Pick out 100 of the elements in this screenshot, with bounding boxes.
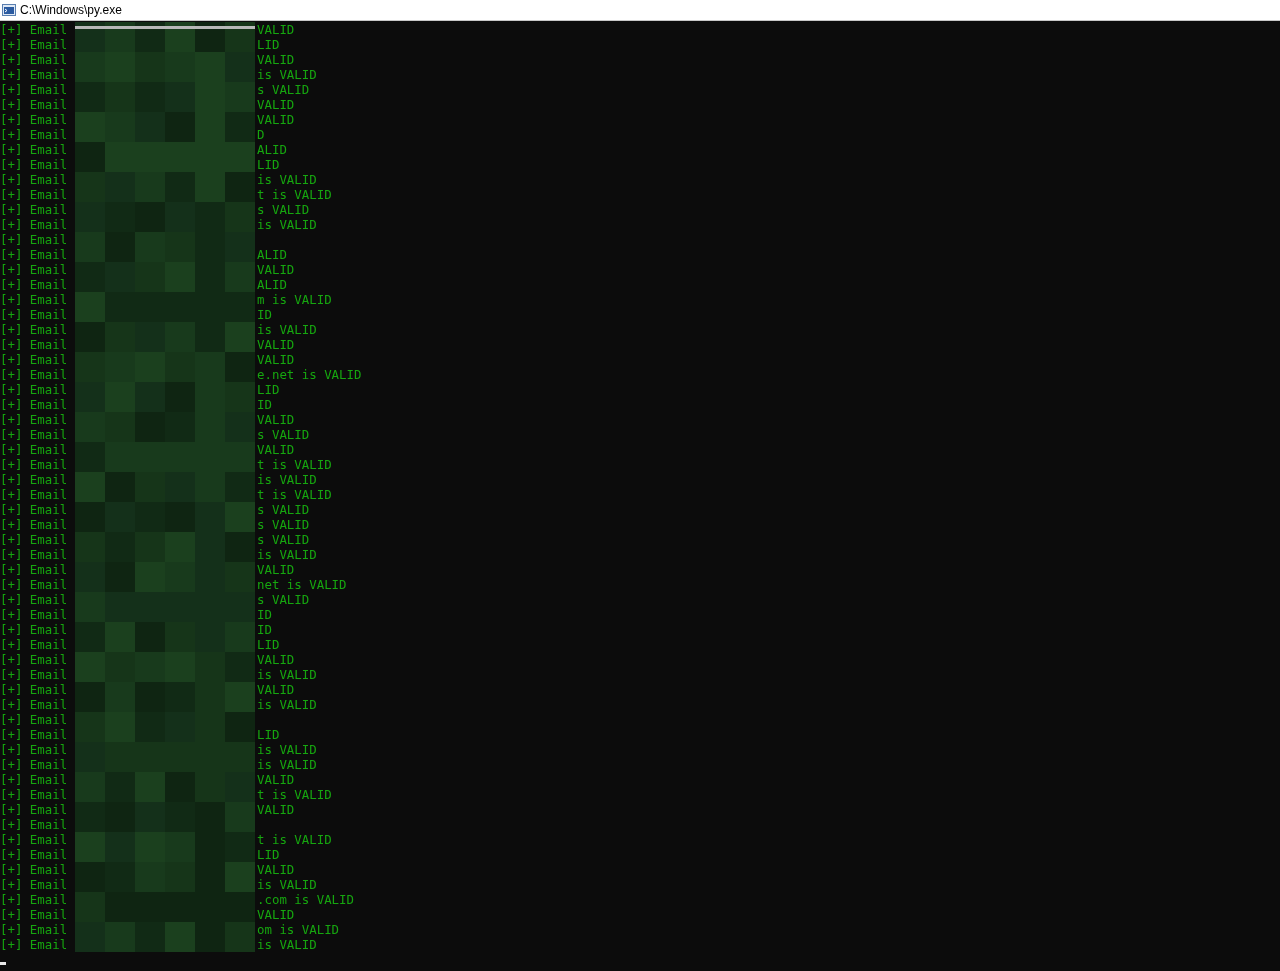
line-prefix: [+] Email	[0, 757, 69, 772]
line-tail: ALID	[257, 247, 288, 262]
line-tail: VALID	[257, 262, 296, 277]
line-prefix: [+] Email	[0, 157, 69, 172]
line-tail: ALID	[257, 277, 288, 292]
line-prefix: [+] Email	[0, 667, 69, 682]
line-tail: VALID	[257, 562, 296, 577]
line-prefix: [+] Email	[0, 97, 69, 112]
line-tail: is VALID	[257, 667, 318, 682]
line-prefix: [+] Email	[0, 277, 69, 292]
line-prefix: [+] Email	[0, 127, 69, 142]
line-prefix: [+] Email	[0, 907, 69, 922]
line-tail: is VALID	[257, 67, 318, 82]
line-prefix: [+] Email	[0, 802, 69, 817]
line-tail: s VALID	[257, 502, 311, 517]
line-prefix: [+] Email	[0, 367, 69, 382]
line-prefix: [+] Email	[0, 322, 69, 337]
line-prefix: [+] Email	[0, 922, 69, 937]
line-prefix: [+] Email	[0, 307, 69, 322]
line-prefix: [+] Email	[0, 937, 69, 952]
window-title: C:\Windows\py.exe	[20, 3, 122, 17]
line-tail: VALID	[257, 352, 296, 367]
line-prefix: [+] Email	[0, 352, 69, 367]
line-tail: s VALID	[257, 532, 311, 547]
line-tail: is VALID	[257, 742, 318, 757]
line-tail: s VALID	[257, 427, 311, 442]
line-prefix: [+] Email	[0, 502, 69, 517]
line-prefix: [+] Email	[0, 712, 69, 727]
line-prefix: [+] Email	[0, 262, 69, 277]
line-prefix: [+] Email	[0, 622, 69, 637]
line-prefix: [+] Email	[0, 187, 69, 202]
line-prefix: [+] Email	[0, 832, 69, 847]
line-prefix: [+] Email	[0, 412, 69, 427]
line-prefix: [+] Email	[0, 817, 69, 832]
line-tail: LID	[257, 727, 281, 742]
line-prefix: [+] Email	[0, 22, 69, 37]
line-prefix: [+] Email	[0, 787, 69, 802]
line-tail: is VALID	[257, 757, 318, 772]
line-tail: VALID	[257, 802, 296, 817]
line-tail: .com is VALID	[257, 892, 355, 907]
line-tail: LID	[257, 847, 281, 862]
line-tail: is VALID	[257, 322, 318, 337]
line-prefix: [+] Email	[0, 487, 69, 502]
line-tail: ID	[257, 397, 273, 412]
line-prefix: [+] Email	[0, 217, 69, 232]
line-prefix: [+] Email	[0, 592, 69, 607]
line-tail: ALID	[257, 142, 288, 157]
line-tail: LID	[257, 37, 281, 52]
line-prefix: [+] Email	[0, 607, 69, 622]
line-prefix: [+] Email	[0, 547, 69, 562]
line-tail: t is VALID	[257, 787, 333, 802]
line-tail: is VALID	[257, 172, 318, 187]
line-tail: VALID	[257, 442, 296, 457]
line-tail: net is VALID	[257, 577, 348, 592]
line-tail: VALID	[257, 907, 296, 922]
line-prefix: [+] Email	[0, 457, 69, 472]
line-tail: ID	[257, 622, 273, 637]
line-tail: m is VALID	[257, 292, 333, 307]
line-tail: D	[257, 127, 266, 142]
line-prefix: [+] Email	[0, 697, 69, 712]
line-tail: s VALID	[257, 82, 311, 97]
line-tail: LID	[257, 637, 281, 652]
line-tail: ID	[257, 307, 273, 322]
line-prefix: [+] Email	[0, 397, 69, 412]
line-prefix: [+] Email	[0, 382, 69, 397]
line-prefix: [+] Email	[0, 472, 69, 487]
line-tail: is VALID	[257, 472, 318, 487]
line-tail: VALID	[257, 52, 296, 67]
line-tail: s VALID	[257, 592, 311, 607]
text-cursor	[0, 962, 6, 965]
line-tail: VALID	[257, 412, 296, 427]
line-tail: VALID	[257, 862, 296, 877]
line-prefix: [+] Email	[0, 847, 69, 862]
line-tail: is VALID	[257, 217, 318, 232]
line-tail: VALID	[257, 652, 296, 667]
line-prefix: [+] Email	[0, 772, 69, 787]
line-prefix: [+] Email	[0, 637, 69, 652]
line-prefix: [+] Email	[0, 442, 69, 457]
line-prefix: [+] Email	[0, 112, 69, 127]
line-prefix: [+] Email	[0, 427, 69, 442]
line-tail: is VALID	[257, 937, 318, 952]
line-prefix: [+] Email	[0, 652, 69, 667]
line-prefix: [+] Email	[0, 82, 69, 97]
line-tail: om is VALID	[257, 922, 341, 937]
line-tail: VALID	[257, 682, 296, 697]
line-prefix: [+] Email	[0, 742, 69, 757]
line-prefix: [+] Email	[0, 727, 69, 742]
line-prefix: [+] Email	[0, 562, 69, 577]
line-prefix: [+] Email	[0, 232, 69, 247]
line-prefix: [+] Email	[0, 517, 69, 532]
line-tail: is VALID	[257, 697, 318, 712]
line-tail: t is VALID	[257, 457, 333, 472]
line-tail: is VALID	[257, 547, 318, 562]
line-prefix: [+] Email	[0, 292, 69, 307]
line-tail: VALID	[257, 772, 296, 787]
line-tail: VALID	[257, 112, 296, 127]
line-prefix: [+] Email	[0, 892, 69, 907]
line-tail: s VALID	[257, 202, 311, 217]
line-prefix: [+] Email	[0, 577, 69, 592]
line-prefix: [+] Email	[0, 877, 69, 892]
